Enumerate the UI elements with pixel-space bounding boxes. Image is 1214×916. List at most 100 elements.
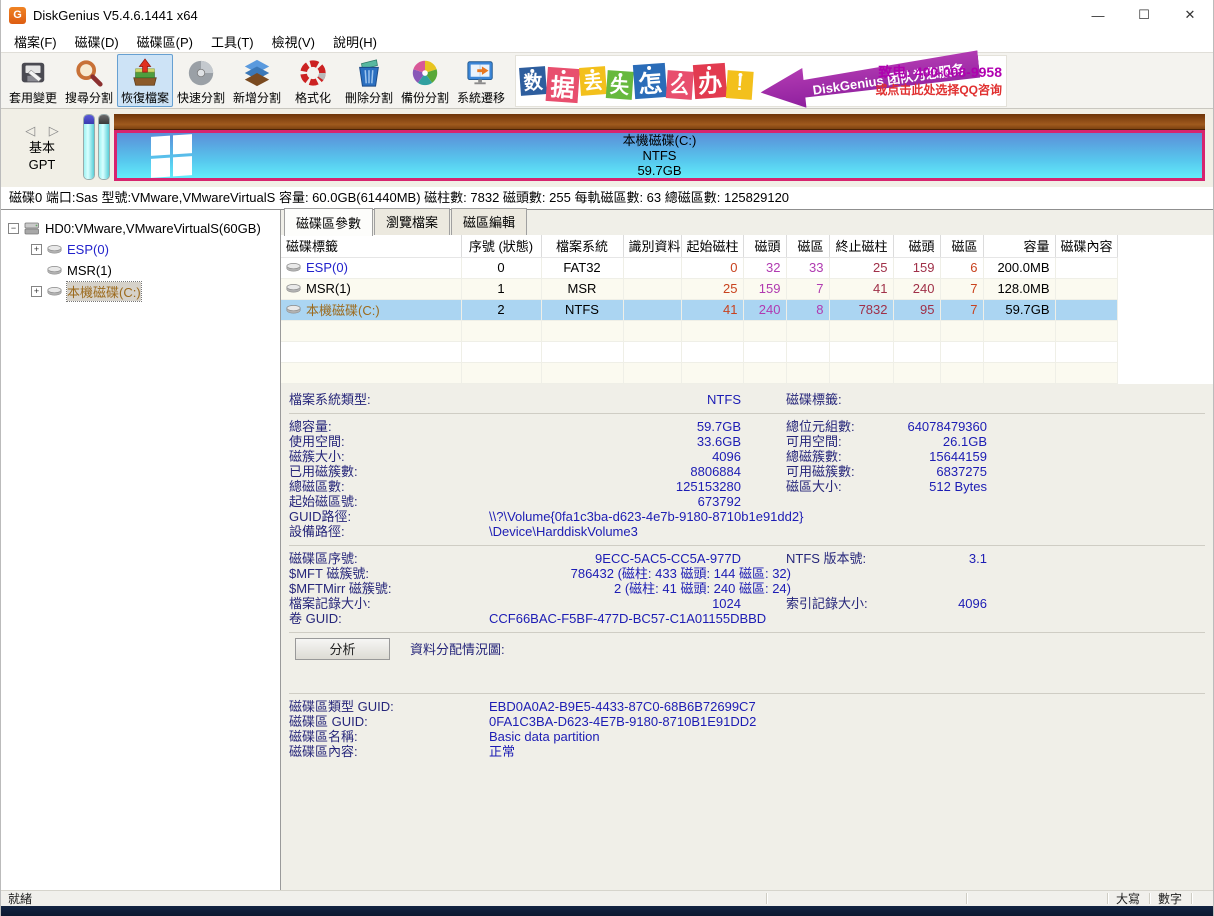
- toolbar-backup-partition[interactable]: 備份分割: [397, 54, 453, 107]
- slogan-tile-6: 办: [693, 62, 727, 98]
- tree-item-0[interactable]: +ESP(0): [1, 239, 280, 260]
- tab-1[interactable]: 瀏覽檔案: [374, 208, 450, 235]
- tree-item-2[interactable]: +本機磁碟(C:): [1, 281, 280, 302]
- partition-name: 本機磁碟(C:): [623, 133, 697, 148]
- table-row[interactable]: ESP(0)0FAT3203233251596200.0MB: [281, 257, 1213, 278]
- partition-label: ESP(0): [286, 260, 348, 275]
- empty-cell: [829, 341, 893, 362]
- menu-item-0[interactable]: 檔案(F): [5, 30, 66, 53]
- detail-value: [899, 392, 987, 407]
- small-partition-bars: [83, 113, 114, 181]
- partition-bar-top-face: [114, 114, 1205, 130]
- right-panel: 磁碟區參數瀏覽檔案磁區編輯 磁碟標籤序號 (狀態)檔案系統識別資料起始磁柱磁頭磁…: [281, 210, 1213, 890]
- detail-label: 磁簇大小:: [289, 449, 489, 464]
- empty-cell: [281, 341, 461, 362]
- close-button[interactable]: ✕: [1167, 0, 1213, 30]
- details-row: 磁碟區序號:9ECC-5AC5-CC5A-977DNTFS 版本號:3.1: [289, 551, 1213, 566]
- format-icon: [297, 57, 329, 88]
- esp-partition-bar[interactable]: [83, 114, 95, 180]
- partition-label: MSR(1): [286, 281, 351, 296]
- slogan-tile-4: 怎: [633, 62, 667, 98]
- column-header-3: 識別資料: [623, 235, 681, 257]
- toolbar-label-quick-partition: 快速分割: [177, 89, 225, 106]
- disk-nav-arrows-icon[interactable]: ◁ ▷: [20, 122, 64, 139]
- toolbar-format[interactable]: 格式化: [285, 54, 341, 107]
- disk-nav: ◁ ▷ 基本 GPT: [1, 113, 83, 181]
- detail-label: 總容量:: [289, 419, 489, 434]
- toolbar-system-migration[interactable]: 系統遷移: [453, 54, 509, 107]
- toolbar-quick-partition[interactable]: 快速分割: [173, 54, 229, 107]
- menu-item-1[interactable]: 磁碟(D): [66, 30, 128, 53]
- cell-磁頭: 159: [743, 278, 786, 299]
- toolbar-label-format: 格式化: [295, 89, 331, 106]
- menu-item-3[interactable]: 工具(T): [202, 30, 263, 53]
- table-body: ESP(0)0FAT3203233251596200.0MBMSR(1)1MSR…: [281, 257, 1213, 383]
- status-divider: [766, 893, 768, 904]
- cell-終止磁柱: 41: [829, 278, 893, 299]
- detail-label: 已用磁簇數:: [289, 464, 489, 479]
- status-bar: 就緒 大寫 數字: [1, 890, 1213, 906]
- detail-value: 33.6GB: [489, 434, 741, 449]
- toolbar-label-backup-partition: 備份分割: [401, 89, 449, 106]
- status-ready: 就緒: [1, 890, 32, 907]
- table-row[interactable]: MSR(1)1MSR251597412407128.0MB: [281, 278, 1213, 299]
- cell-終止磁柱: 25: [829, 257, 893, 278]
- disk-type-label: 基本: [29, 139, 55, 156]
- status-num: 數字: [1151, 891, 1189, 906]
- menu-item-4[interactable]: 檢視(V): [263, 30, 324, 53]
- tree-item-1[interactable]: MSR(1): [1, 260, 280, 281]
- tab-2[interactable]: 磁區編輯: [451, 208, 527, 235]
- detail-value: \Device\HarddiskVolume3: [489, 524, 987, 539]
- toolbar-new-partition[interactable]: 新增分割: [229, 54, 285, 107]
- cell-磁區: 33: [786, 257, 829, 278]
- cell-磁區: 8: [786, 299, 829, 320]
- toolbar-apply-changes[interactable]: 套用變更: [5, 54, 61, 107]
- minimize-button[interactable]: —: [1075, 0, 1121, 30]
- cell-序號 (狀態): 2: [461, 299, 541, 320]
- cell-序號 (狀態): 1: [461, 278, 541, 299]
- partition-bar-front[interactable]: 本機磁碟(C:) NTFS 59.7GB: [114, 130, 1205, 181]
- toolbar-label-recover-files: 恢復檔案: [121, 89, 169, 106]
- menu-bar: 檔案(F)磁碟(D)磁碟區(P)工具(T)檢視(V)說明(H): [1, 30, 1213, 52]
- qq-consult-link[interactable]: 或点击此处选择QQ咨询: [875, 81, 1002, 99]
- empty-cell: [743, 341, 786, 362]
- empty-cell: [681, 320, 743, 341]
- ad-contact: 致电: 400-008-9958 或点击此处选择QQ咨询: [875, 63, 1002, 99]
- empty-cell: [541, 341, 623, 362]
- window-controls: — ☐ ✕: [1075, 0, 1213, 30]
- esp-bar-cap: [84, 115, 94, 124]
- analyze-button[interactable]: 分析: [295, 638, 390, 660]
- details-row: 起始磁區號:673792: [289, 494, 1213, 509]
- detail-label: 總磁簇數:: [741, 449, 899, 464]
- toolbar-search-partition[interactable]: 搜尋分割: [61, 54, 117, 107]
- tree-expander-icon[interactable]: −: [8, 223, 19, 234]
- empty-cell: [940, 362, 983, 383]
- partition-icon: [286, 263, 301, 272]
- table-row[interactable]: 本機磁碟(C:)2NTFS412408783295759.7GB: [281, 299, 1213, 320]
- tree-expander-icon[interactable]: +: [31, 244, 42, 255]
- toolbar-recover-files[interactable]: 恢復檔案: [117, 54, 173, 107]
- tree-expander-icon[interactable]: +: [31, 286, 42, 297]
- tree-item-hd0[interactable]: −HD0:VMware,VMwareVirtualS(60GB): [1, 218, 280, 239]
- details-separator: [289, 545, 1205, 546]
- msr-partition-bar[interactable]: [98, 114, 110, 180]
- detail-label: 設備路徑:: [289, 524, 489, 539]
- detail-value: 9ECC-5AC5-CC5A-977D: [489, 551, 741, 566]
- tab-0[interactable]: 磁碟區參數: [284, 208, 373, 236]
- slogan-tile-0: 数: [519, 66, 547, 96]
- partition-name-text: MSR(1): [306, 281, 351, 296]
- main-partition-bar[interactable]: 本機磁碟(C:) NTFS 59.7GB: [114, 113, 1205, 181]
- detail-label: 卷 GUID:: [289, 611, 489, 626]
- column-header-4: 起始磁柱: [681, 235, 743, 257]
- details-separator: [289, 413, 1205, 414]
- detail-label: 索引記錄大小:: [741, 596, 899, 611]
- toolbar: 套用變更搜尋分割恢復檔案快速分割新增分割格式化刪除分割備份分割系統遷移 数据丢失…: [1, 52, 1213, 109]
- toolbar-label-new-partition: 新增分割: [233, 89, 281, 106]
- details-section-0: 檔案系統類型:NTFS磁碟標籤:: [289, 391, 1213, 409]
- menu-item-5[interactable]: 說明(H): [324, 30, 386, 53]
- menu-item-2[interactable]: 磁碟區(P): [128, 30, 202, 53]
- partition-icon: [47, 245, 62, 254]
- empty-cell: [681, 362, 743, 383]
- toolbar-delete-partition[interactable]: 刪除分割: [341, 54, 397, 107]
- maximize-button[interactable]: ☐: [1121, 0, 1167, 30]
